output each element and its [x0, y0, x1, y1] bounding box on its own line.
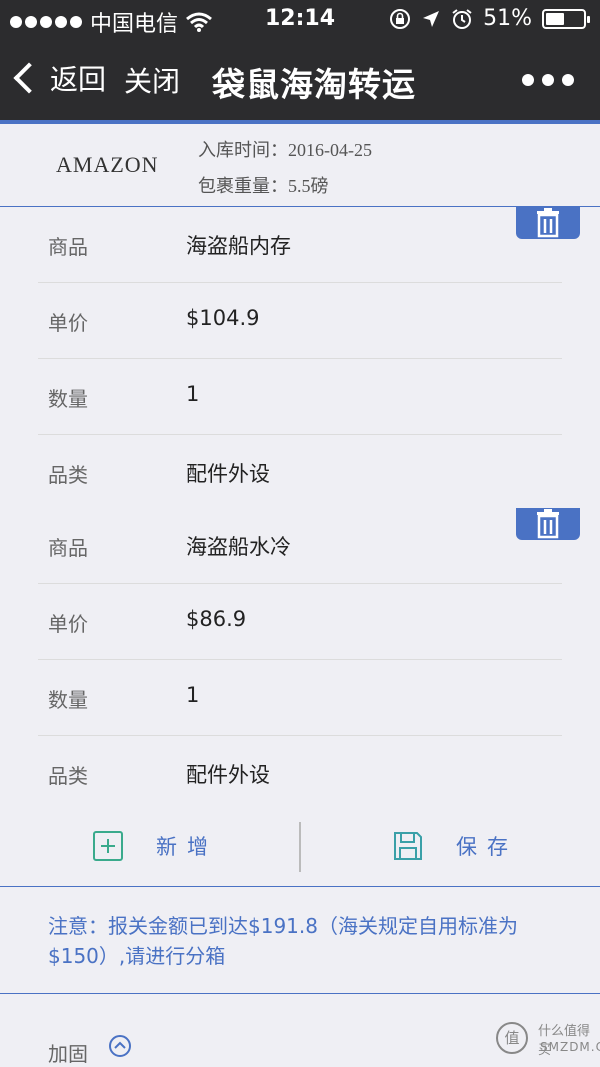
- quantity-label: 数量: [48, 688, 88, 712]
- nav-bar: 返回 关闭 袋鼠海淘转运: [0, 40, 600, 120]
- add-icon: [93, 831, 123, 861]
- price-row: 单价 $86.9: [38, 584, 562, 660]
- action-bar: 新增 保存: [0, 808, 600, 887]
- status-bar: 中国电信 12:14 51%: [0, 0, 600, 40]
- product-name-field[interactable]: 海盗船水冷: [186, 531, 291, 561]
- quantity-field[interactable]: 1: [186, 382, 199, 406]
- rotation-lock-icon: [390, 8, 411, 29]
- expand-toggle[interactable]: [108, 1034, 132, 1062]
- store-name: AMAZON: [56, 152, 159, 177]
- battery-percent: 51%: [483, 6, 532, 31]
- quantity-label: 数量: [48, 387, 88, 411]
- save-icon: [394, 832, 422, 860]
- reinforce-section: 加固 值 什么值得买 SMZDM.COM: [0, 994, 600, 1066]
- watermark: 值 什么值得买 SMZDM.COM: [492, 1020, 600, 1064]
- price-field[interactable]: $104.9: [186, 306, 259, 330]
- back-label: 返回: [50, 63, 107, 96]
- product-card: 商品 海盗船内存 单价 $104.9 数量 1 品类 配件外设: [0, 207, 600, 511]
- price-row: 单价 $104.9: [38, 283, 562, 359]
- back-chevron-icon: [13, 62, 45, 94]
- customs-notice: 注意：报关金额已到达$191.8（海关规定自用标准为$150）,请进行分箱: [0, 887, 600, 994]
- more-menu-icon[interactable]: [522, 74, 574, 86]
- quantity-row: 数量 1: [38, 359, 562, 435]
- page-title: 袋鼠海淘转运: [212, 65, 416, 104]
- battery-icon: [542, 8, 590, 29]
- add-item-button[interactable]: 新增: [92, 830, 218, 862]
- close-button[interactable]: 关闭: [124, 60, 180, 100]
- add-item-label: 新增: [156, 835, 218, 859]
- category-field[interactable]: 配件外设: [186, 759, 270, 789]
- quantity-field[interactable]: 1: [186, 683, 199, 707]
- back-button[interactable]: 返回: [13, 58, 107, 98]
- save-button[interactable]: 保存: [392, 830, 518, 862]
- price-field[interactable]: $86.9: [186, 607, 246, 631]
- category-row: 品类 配件外设: [38, 435, 562, 510]
- category-label: 品类: [48, 463, 88, 487]
- category-field[interactable]: 配件外设: [186, 458, 270, 488]
- notice-text: 注意：报关金额已到达$191.8（海关规定自用标准为$150）,请进行分箱: [48, 914, 518, 968]
- price-label: 单价: [48, 311, 88, 335]
- category-row: 品类 配件外设: [38, 736, 562, 811]
- category-label: 品类: [48, 764, 88, 788]
- store-info: AMAZON 入库时间：2016-04-25 包裹重量：5.5磅: [0, 124, 600, 207]
- product-name-field[interactable]: 海盗船内存: [186, 230, 291, 260]
- reinforce-label: 加固: [48, 1042, 88, 1066]
- product-row: 商品 海盗船内存: [38, 207, 562, 283]
- action-divider: [299, 822, 301, 872]
- package-weight: 包裹重量：5.5磅: [198, 176, 329, 196]
- status-right: 51%: [389, 6, 590, 31]
- product-label: 商品: [48, 235, 88, 259]
- chevron-up-circle-icon: [109, 1035, 131, 1057]
- watermark-badge: 值: [496, 1022, 528, 1054]
- product-card: 商品 海盗船水冷 单价 $86.9 数量 1 品类 配件外设: [0, 508, 600, 812]
- location-icon: [423, 10, 440, 27]
- storage-date: 入库时间：2016-04-25: [198, 140, 372, 160]
- watermark-url: SMZDM.COM: [540, 1040, 600, 1054]
- price-label: 单价: [48, 612, 88, 636]
- alarm-icon: [452, 8, 472, 29]
- save-label: 保存: [456, 835, 518, 859]
- product-row: 商品 海盗船水冷: [38, 508, 562, 584]
- quantity-row: 数量 1: [38, 660, 562, 736]
- product-label: 商品: [48, 536, 88, 560]
